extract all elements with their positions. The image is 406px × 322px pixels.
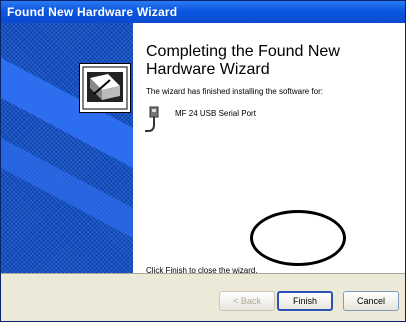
title-bar[interactable]: Found New Hardware Wizard: [1, 1, 405, 23]
usb-cable-icon: [143, 105, 163, 137]
finish-button[interactable]: Finish: [277, 291, 333, 311]
window-title: Found New Hardware Wizard: [7, 5, 178, 19]
back-button[interactable]: < Back: [219, 291, 275, 311]
device-name: MF 24 USB Serial Port: [175, 109, 256, 118]
wizard-side-panel: [1, 23, 133, 273]
install-status-text: The wizard has finished installing the s…: [146, 87, 323, 96]
wizard-window: Found New Hardware Wizard Completing the…: [0, 0, 406, 322]
page-title: Completing the Found New Hardware Wizard: [146, 43, 340, 78]
wizard-content: Completing the Found New Hardware Wizard…: [133, 23, 405, 275]
button-bar: < Back Finish Cancel: [1, 273, 405, 321]
cancel-button[interactable]: Cancel: [343, 291, 399, 311]
annotation-circle: [250, 210, 346, 266]
hardware-wizard-icon: [79, 63, 131, 113]
